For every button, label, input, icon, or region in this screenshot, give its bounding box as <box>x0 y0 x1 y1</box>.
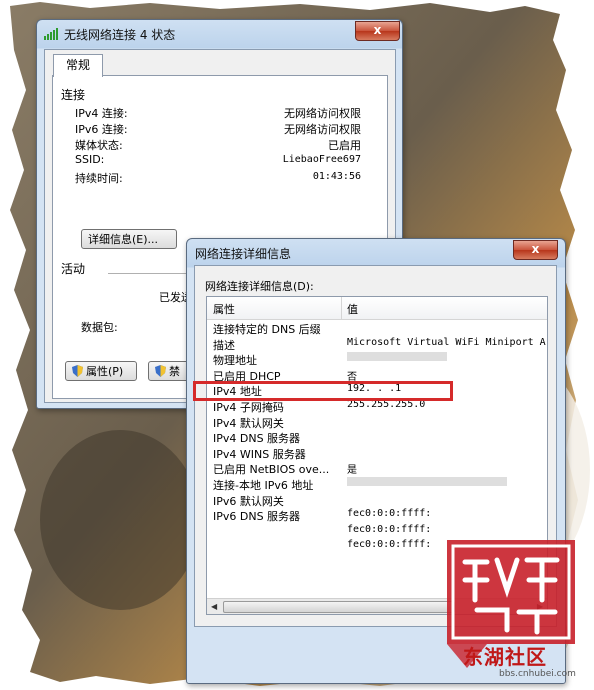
packets-label: 数据包: <box>81 321 118 334</box>
watermark-brand: 东湖社区 <box>463 645 547 669</box>
ssid-label: SSID: <box>75 153 105 166</box>
media-state-label: 媒体状态: <box>75 139 123 152</box>
row-property: 连接特定的 DNS 后缀 <box>213 323 321 336</box>
row-value: 是 <box>347 465 357 477</box>
details-button[interactable]: 详细信息(E)... <box>81 229 177 249</box>
connection-section-title: 连接 <box>61 88 86 102</box>
column-header-property[interactable]: 属性 <box>213 301 235 317</box>
table-row[interactable]: IPv4 默认网关 <box>207 414 547 430</box>
row-property: IPv4 子网掩码 <box>213 400 284 414</box>
table-row[interactable]: fec0:0:0:ffff: <box>207 523 547 539</box>
table-row[interactable]: IPv4 WINS 服务器 <box>207 445 547 461</box>
row-property: 物理地址 <box>213 354 257 368</box>
media-state-value: 已启用 <box>328 139 361 152</box>
status-window-title: 无线网络连接 4 状态 <box>64 28 176 42</box>
row-value: fec0:0:0:ffff: <box>347 523 432 535</box>
scroll-left-arrow-icon[interactable]: ◀ <box>211 602 217 611</box>
uac-shield-icon <box>155 365 166 377</box>
table-row[interactable]: IPv6 默认网关 <box>207 492 547 508</box>
row-value: Microsoft Virtual WiFi Miniport A <box>347 336 546 348</box>
ssid-value: LiebaoFree697 <box>282 154 361 165</box>
details-list-caption: 网络连接详细信息(D): <box>205 280 314 293</box>
scrollbar-thumb[interactable] <box>223 601 455 613</box>
ipv6-connectivity-label: IPv6 连接: <box>75 123 128 136</box>
table-row[interactable]: 已启用 NetBIOS ove... 是 <box>207 460 547 476</box>
ipv6-connectivity-value: 无网络访问权限 <box>284 123 361 136</box>
uac-shield-icon <box>72 365 83 377</box>
table-row[interactable]: 连接特定的 DNS 后缀 <box>207 320 547 336</box>
row-value <box>347 352 447 363</box>
row-property: 描述 <box>213 338 235 352</box>
ipv4-connectivity-label: IPv4 连接: <box>75 107 128 120</box>
row-property: IPv4 WINS 服务器 <box>213 447 306 461</box>
row-property: 已启用 NetBIOS ove... <box>213 463 330 477</box>
row-value: fec0:0:0:ffff: <box>347 539 432 551</box>
table-row[interactable]: 物理地址 <box>207 351 547 367</box>
details-list-header: 属性 值 <box>207 297 547 320</box>
duration-value: 01:43:56 <box>312 171 361 182</box>
column-header-value[interactable]: 值 <box>347 301 358 317</box>
ipv4-address-highlight <box>193 381 453 401</box>
properties-button-label: 属性(P) <box>86 365 124 378</box>
row-property: 连接-本地 IPv6 地址 <box>213 478 314 492</box>
row-property: IPv4 默认网关 <box>213 416 284 430</box>
disable-button-label: 禁 <box>169 365 180 378</box>
row-property: IPv6 DNS 服务器 <box>213 510 301 524</box>
row-property: IPv6 默认网关 <box>213 494 284 508</box>
table-row[interactable]: 连接-本地 IPv6 地址 <box>207 476 547 492</box>
table-row[interactable]: IPv4 DNS 服务器 <box>207 429 547 445</box>
table-row[interactable]: IPv6 DNS 服务器 fec0:0:0:ffff: <box>207 507 547 523</box>
watermark-url: bbs.cnhubei.com <box>499 669 576 679</box>
status-titlebar[interactable]: 无线网络连接 4 状态 x <box>37 20 402 48</box>
row-property: IPv4 DNS 服务器 <box>213 432 301 446</box>
table-row[interactable]: 描述 Microsoft Virtual WiFi Miniport A <box>207 336 547 352</box>
details-rows: 连接特定的 DNS 后缀 描述 Microsoft Virtual WiFi Mi… <box>207 320 547 554</box>
details-window-title: 网络连接详细信息 <box>195 247 292 261</box>
activity-section-title: 活动 <box>61 262 86 276</box>
ipv4-connectivity-value: 无网络访问权限 <box>284 107 361 120</box>
duration-label: 持续时间: <box>75 172 123 185</box>
redacted-mac-address <box>347 352 447 362</box>
properties-button[interactable]: 属性(P) <box>65 361 137 381</box>
tab-general[interactable]: 常规 <box>53 54 103 77</box>
signal-bars-icon <box>44 28 58 40</box>
status-close-button[interactable]: x <box>355 21 400 41</box>
row-value <box>347 476 507 488</box>
details-close-button[interactable]: x <box>513 240 558 260</box>
row-value: fec0:0:0:ffff: <box>347 508 432 520</box>
details-titlebar[interactable]: 网络连接详细信息 x <box>187 239 565 267</box>
column-separator[interactable] <box>341 297 342 319</box>
redacted-ipv6-address <box>347 476 507 486</box>
